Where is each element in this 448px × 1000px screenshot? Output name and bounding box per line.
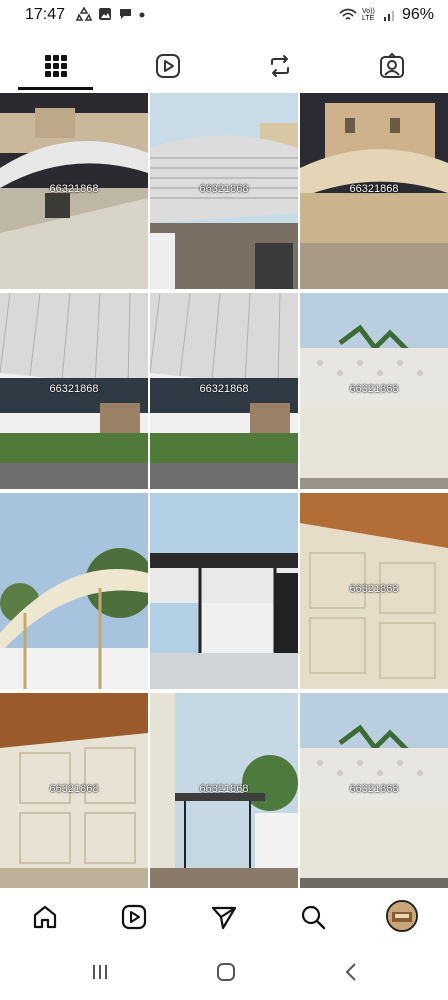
dot-icon (139, 12, 145, 18)
send-icon (211, 906, 237, 930)
notification-icons (76, 6, 145, 22)
post-thumbnail[interactable]: 66321868 (0, 93, 148, 289)
profile-tabs (0, 40, 448, 92)
watermark: 66321868 (199, 783, 249, 795)
gallery-icon (99, 8, 111, 20)
post-thumbnail[interactable] (150, 493, 298, 689)
post-thumbnail[interactable]: 66321868 (150, 293, 298, 489)
watermark: 66321868 (349, 783, 399, 795)
battery-level: 96% (401, 6, 434, 23)
post-grid: 66321868 66321868 66321868 66321868 6632… (0, 93, 448, 889)
nav-messages[interactable] (209, 902, 239, 932)
grid-icon (45, 55, 67, 77)
post-thumbnail[interactable]: 66321868 (150, 93, 298, 289)
watermark: 66321868 (49, 183, 99, 195)
nav-search[interactable] (298, 902, 328, 932)
watermark: 66321868 (349, 583, 399, 595)
post-thumbnail[interactable]: 66321868 (0, 293, 148, 489)
nav-reels[interactable] (119, 902, 149, 932)
network-label: Vo)) LTE (361, 8, 375, 22)
home-icon (217, 963, 235, 981)
signal-icon (383, 11, 394, 21)
tab-reels[interactable] (112, 40, 224, 92)
bottom-navigation (0, 888, 448, 944)
wifi-icon (339, 8, 357, 20)
system-home-button[interactable] (216, 962, 236, 987)
tagged-icon (380, 53, 404, 78)
post-thumbnail[interactable] (0, 493, 148, 689)
reels-icon (121, 904, 147, 930)
profile-avatar[interactable] (386, 900, 418, 932)
post-image (150, 493, 298, 689)
search-icon (301, 905, 326, 930)
watermark: 66321868 (49, 783, 99, 795)
status-bar: 17:47 Vo)) LTE 96% (0, 0, 448, 32)
reels-icon (156, 54, 180, 78)
chat-icon (120, 9, 131, 19)
active-tab-indicator (18, 87, 93, 90)
back-icon (345, 963, 356, 981)
watermark: 66321868 (49, 383, 99, 395)
post-thumbnail[interactable]: 66321868 (300, 93, 448, 289)
recents-icon (93, 965, 107, 979)
post-image (0, 493, 148, 689)
clock: 17:47 (25, 6, 66, 23)
post-thumbnail[interactable]: 66321868 (300, 293, 448, 489)
tab-tagged[interactable] (336, 40, 448, 92)
watermark: 66321868 (199, 383, 249, 395)
recycle-icon (76, 6, 92, 21)
post-thumbnail[interactable]: 66321868 (150, 693, 298, 889)
nav-home[interactable] (30, 902, 60, 932)
repost-icon (271, 55, 289, 77)
post-thumbnail[interactable]: 66321868 (0, 693, 148, 889)
system-navigation (0, 944, 448, 1000)
back-button[interactable] (342, 962, 362, 987)
avatar-image (388, 902, 416, 930)
post-thumbnail[interactable]: 66321868 (300, 493, 448, 689)
watermark: 66321868 (349, 383, 399, 395)
tab-reposts[interactable] (224, 40, 336, 92)
watermark: 66321868 (349, 183, 399, 195)
home-icon (33, 905, 57, 929)
recents-button[interactable] (90, 962, 110, 987)
watermark: 66321868 (199, 183, 249, 195)
post-thumbnail[interactable]: 66321868 (300, 693, 448, 889)
tab-grid[interactable] (0, 40, 112, 92)
status-right: Vo)) LTE 96% (339, 6, 434, 24)
